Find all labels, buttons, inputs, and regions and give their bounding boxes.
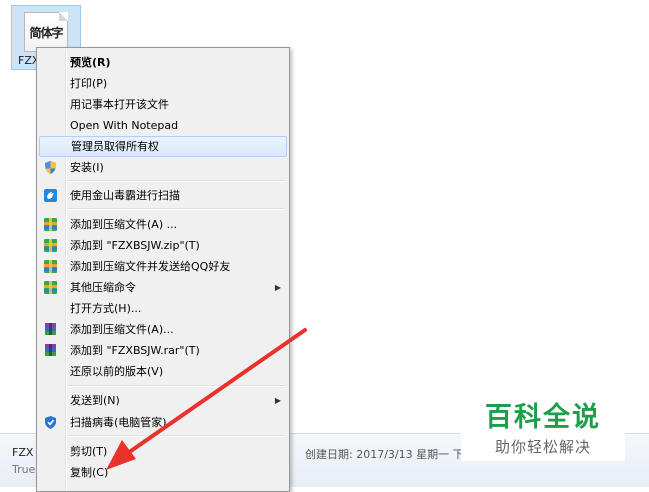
menu-item-label: 添加到 "FZXBSJW.zip"(T): [70, 239, 200, 252]
menu-item-archive-send-qq[interactable]: 添加到压缩文件并发送给QQ好友: [39, 256, 287, 277]
menu-item-label: 预览(R): [70, 56, 111, 69]
watermark-subtitle: 助你轻松解决: [494, 438, 591, 456]
tencent-pc-manager-icon: [45, 416, 56, 429]
archive-icon: [44, 218, 57, 231]
watermark-title: 百科全说: [485, 402, 601, 433]
archive-icon: [44, 281, 57, 294]
menu-item-open-notepad-cn[interactable]: 用记事本打开该文件: [39, 94, 287, 115]
details-file-name: FZX: [12, 446, 34, 459]
menu-item-label: 添加到压缩文件(A)...: [70, 323, 174, 336]
menu-item-add-to-zip[interactable]: 添加到 "FZXBSJW.zip"(T): [39, 235, 287, 256]
font-preview-text: 简体字: [29, 26, 63, 40]
menu-item-label: 添加到 "FZXBSJW.rar"(T): [70, 344, 200, 357]
menu-item-kingsoft-scan[interactable]: 使用金山毒霸进行扫描: [39, 185, 287, 206]
menu-item-install[interactable]: 安装(I): [39, 157, 287, 178]
menu-item-label: 用记事本打开该文件: [70, 98, 169, 111]
menu-item-restore-versions[interactable]: 还原以前的版本(V): [39, 361, 287, 382]
menu-item-winrar-add[interactable]: 添加到压缩文件(A)...: [39, 319, 287, 340]
winrar-icon: [45, 344, 56, 356]
submenu-arrow-icon: ▶: [274, 396, 281, 405]
archive-icon: [44, 260, 57, 273]
menu-item-label: 添加到压缩文件(A) ...: [70, 218, 178, 231]
menu-separator: [68, 208, 285, 210]
menu-item-label: 添加到压缩文件并发送给QQ好友: [70, 260, 231, 273]
menu-item-scan-virus[interactable]: 扫描病毒(电脑管家): [39, 412, 287, 433]
details-file-type: True: [12, 463, 36, 476]
menu-item-preview[interactable]: 预览(R): [39, 52, 287, 73]
menu-item-label: 打印(P): [70, 77, 108, 90]
menu-separator: [68, 180, 285, 182]
menu-item-label: 复制(C): [70, 466, 109, 479]
menu-item-print[interactable]: 打印(P): [39, 73, 287, 94]
menu-item-label: 发送到(N): [70, 394, 120, 407]
font-document-icon: 简体字: [24, 12, 68, 52]
page-fold: [59, 12, 68, 21]
menu-item-open-with[interactable]: 打开方式(H)...: [39, 298, 287, 319]
menu-item-label: 安装(I): [70, 161, 104, 174]
menu-item-cut[interactable]: 剪切(T): [39, 441, 287, 462]
watermark-logo: 百科全说 助你轻松解决: [461, 381, 625, 461]
menu-item-send-to[interactable]: 发送到(N) ▶: [39, 390, 287, 411]
menu-separator: [68, 435, 285, 437]
archive-icon: [44, 239, 57, 252]
menu-item-take-ownership[interactable]: 管理员取得所有权: [39, 136, 287, 157]
menu-item-label: 还原以前的版本(V): [70, 365, 164, 378]
menu-item-label: 打开方式(H)...: [70, 302, 142, 315]
menu-item-add-to-archive[interactable]: 添加到压缩文件(A) ...: [39, 214, 287, 235]
menu-item-add-to-rar[interactable]: 添加到 "FZXBSJW.rar"(T): [39, 340, 287, 361]
uac-shield-icon: [45, 161, 56, 174]
menu-item-copy[interactable]: 复制(C): [39, 462, 287, 483]
menu-item-open-with-notepad[interactable]: Open With Notepad: [39, 115, 287, 136]
menu-item-label: 其他压缩命令: [70, 281, 136, 294]
menu-item-label: 使用金山毒霸进行扫描: [70, 189, 180, 202]
context-menu: 预览(R) 打印(P) 用记事本打开该文件 Open With Notepad …: [36, 47, 290, 492]
menu-separator: [68, 385, 285, 387]
menu-item-label: 剪切(T): [70, 445, 108, 458]
menu-item-label: 管理员取得所有权: [71, 140, 159, 153]
menu-item-label: 扫描病毒(电脑管家): [70, 416, 167, 429]
menu-item-other-compress[interactable]: 其他压缩命令 ▶: [39, 277, 287, 298]
submenu-arrow-icon: ▶: [274, 283, 281, 292]
winrar-icon: [45, 323, 56, 335]
details-created-date: 创建日期: 2017/3/13 星期一 下: [305, 448, 464, 461]
menu-item-label: Open With Notepad: [70, 119, 179, 132]
kingsoft-antivirus-icon: [44, 189, 57, 202]
